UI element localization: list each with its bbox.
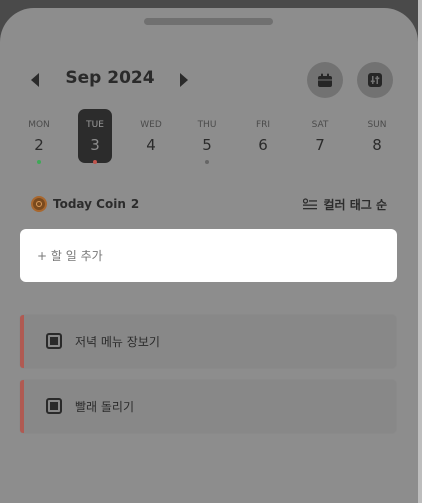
event-dot bbox=[37, 160, 41, 164]
day-name: THU bbox=[197, 120, 217, 130]
day-sat[interactable]: SAT 7 bbox=[303, 109, 337, 163]
todo-text: 빨래 돌리기 bbox=[75, 400, 135, 414]
prev-month-button[interactable] bbox=[25, 64, 45, 96]
todo-item[interactable]: 저녁 메뉴 장보기 bbox=[20, 315, 396, 368]
calendar-icon bbox=[318, 73, 332, 87]
todo-text: 저녁 메뉴 장보기 bbox=[75, 335, 160, 349]
month-navigation: Sep 2024 bbox=[0, 62, 418, 98]
day-name: MON bbox=[28, 120, 50, 130]
month-label[interactable]: Sep 2024 bbox=[60, 68, 160, 88]
day-number: 4 bbox=[146, 136, 156, 154]
sort-label: 컬러 태그 순 bbox=[323, 197, 387, 212]
today-coin: Today Coin 2 bbox=[31, 194, 139, 214]
day-name: WED bbox=[140, 120, 162, 130]
add-task-placeholder: + 할 일 추가 bbox=[37, 249, 103, 263]
day-fri[interactable]: FRI 6 bbox=[246, 109, 280, 163]
day-name: SUN bbox=[367, 120, 387, 130]
coin-label: Today Coin bbox=[53, 197, 126, 211]
chevron-right-icon bbox=[180, 73, 188, 87]
sliders-icon bbox=[368, 73, 382, 87]
todo-checkbox[interactable] bbox=[46, 398, 62, 414]
coin-count: 2 bbox=[130, 197, 140, 211]
day-name: FRI bbox=[255, 120, 271, 130]
day-wed[interactable]: WED 4 bbox=[134, 109, 168, 163]
day-mon[interactable]: MON 2 bbox=[22, 109, 56, 163]
bottom-sheet: Sep 2024 MON 2 TUE 3 WED 4 THU 5 FRI 6 S… bbox=[0, 8, 418, 503]
chevron-left-icon bbox=[31, 73, 39, 87]
add-task-input[interactable]: + 할 일 추가 bbox=[20, 229, 397, 282]
week-strip: MON 2 TUE 3 WED 4 THU 5 FRI 6 SAT 7 SUN … bbox=[0, 109, 418, 169]
day-thu[interactable]: THU 5 bbox=[190, 109, 224, 163]
day-name: SAT bbox=[311, 120, 329, 130]
window-edge bbox=[418, 0, 422, 503]
calendar-button[interactable] bbox=[307, 62, 343, 98]
day-number: 6 bbox=[258, 136, 268, 154]
event-dot bbox=[205, 160, 209, 164]
sort-list-icon bbox=[303, 198, 318, 210]
color-tag-bar bbox=[20, 315, 24, 368]
next-month-button[interactable] bbox=[174, 64, 194, 96]
day-number: 5 bbox=[202, 136, 212, 154]
day-number: 8 bbox=[372, 136, 382, 154]
coin-icon bbox=[31, 196, 47, 212]
sort-by-color-tag-button[interactable]: 컬러 태그 순 bbox=[303, 194, 387, 214]
sheet-drag-handle[interactable] bbox=[144, 18, 273, 25]
day-name: TUE bbox=[86, 120, 104, 130]
todo-item[interactable]: 빨래 돌리기 bbox=[20, 380, 396, 433]
day-number: 7 bbox=[315, 136, 325, 154]
day-sun[interactable]: SUN 8 bbox=[360, 109, 394, 163]
day-tue-selected[interactable]: TUE 3 bbox=[78, 109, 112, 163]
day-number: 2 bbox=[34, 136, 44, 154]
filter-button[interactable] bbox=[357, 62, 393, 98]
todo-checkbox[interactable] bbox=[46, 333, 62, 349]
day-number: 3 bbox=[90, 136, 100, 154]
event-dot bbox=[93, 160, 97, 164]
color-tag-bar bbox=[20, 380, 24, 433]
